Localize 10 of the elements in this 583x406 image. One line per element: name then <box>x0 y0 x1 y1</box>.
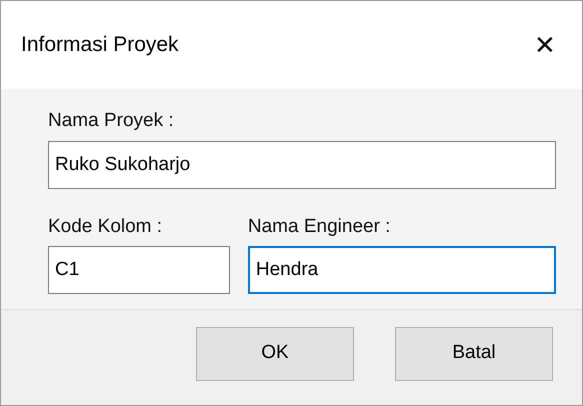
input-field[interactable]: Hendra <box>248 246 556 294</box>
window-title: Informasi Proyek <box>21 32 179 58</box>
field-label: Nama Engineer : <box>248 214 392 238</box>
dialog-button[interactable]: OK <box>196 326 354 380</box>
close-button[interactable]: ✕ <box>526 28 564 62</box>
field-label: Nama Proyek : <box>48 109 175 133</box>
input-field[interactable]: C1 <box>48 246 230 294</box>
dialog-button[interactable]: Batal <box>395 326 553 380</box>
field-label: Kode Kolom : <box>48 214 164 238</box>
input-field[interactable]: Ruko Sukoharjo <box>48 140 556 188</box>
